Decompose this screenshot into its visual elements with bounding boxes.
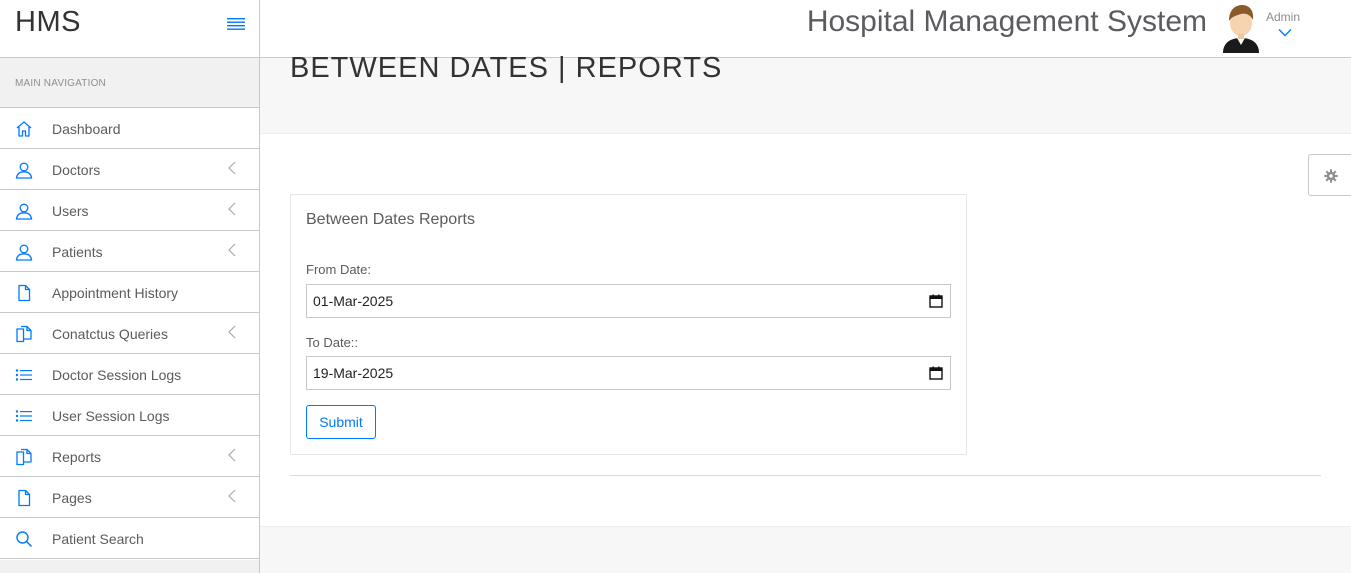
to-date-label: To Date::: [306, 335, 359, 350]
user-icon: [15, 244, 33, 261]
files-icon: [16, 448, 32, 466]
calendar-icon[interactable]: [929, 294, 943, 308]
sidebar-item-dashboard[interactable]: Dashboard: [0, 108, 259, 149]
chevron-left-icon: [228, 448, 236, 462]
chevron-left-icon: [228, 202, 236, 216]
sidebar-item-reports[interactable]: Reports: [0, 436, 259, 477]
sidebar-item-label: Conatctus Queries: [52, 326, 168, 342]
sidebar-item-label: Users: [52, 203, 89, 219]
sidebar-item-pages[interactable]: Pages: [0, 477, 259, 518]
user-icon: [15, 203, 33, 220]
file-icon: [18, 284, 31, 302]
submit-button[interactable]: Submit: [306, 405, 376, 439]
sidebar-item-user-session-logs[interactable]: User Session Logs: [0, 395, 259, 436]
sidebar-item-label: Doctor Session Logs: [52, 367, 182, 383]
search-icon: [16, 531, 33, 548]
list-icon: [15, 410, 32, 422]
gear-icon: [1324, 169, 1338, 183]
sidebar-item-label: Reports: [52, 449, 102, 465]
sidebar-item-doctors[interactable]: Doctors: [0, 149, 259, 190]
calendar-icon[interactable]: [929, 366, 943, 380]
user-icon: [15, 162, 33, 179]
settings-button[interactable]: [1308, 154, 1351, 196]
report-form-panel: Between Dates Reports From Date: 01-Mar-…: [290, 194, 967, 455]
content-divider: [290, 475, 1321, 476]
main-content: Between Dates Reports From Date: 01-Mar-…: [260, 134, 1351, 527]
app-title: Hospital Management System: [806, 5, 1207, 38]
sidebar: HMS MAIN NAVIGATION Dashboard Doctors Us…: [0, 0, 260, 573]
user-name[interactable]: Admin: [1266, 10, 1300, 24]
sidebar-footer: [0, 560, 259, 573]
sidebar-item-label: Doctors: [52, 162, 101, 178]
home-icon: [16, 121, 32, 137]
sidebar-item-label: Patient Search: [52, 531, 144, 547]
sidebar-item-contactus-queries[interactable]: Conatctus Queries: [0, 313, 259, 354]
chevron-left-icon: [228, 325, 236, 339]
page-title: BETWEEN DATES | REPORTS: [290, 52, 723, 84]
page-header: BETWEEN DATES | REPORTS: [260, 52, 1351, 134]
files-icon: [16, 325, 32, 343]
sidebar-item-patient-search[interactable]: Patient Search: [0, 518, 259, 559]
from-date-value: 01-Mar-2025: [313, 293, 394, 309]
from-date-label: From Date:: [306, 262, 372, 277]
nav-header: MAIN NAVIGATION: [0, 58, 259, 108]
sidebar-item-doctor-session-logs[interactable]: Doctor Session Logs: [0, 354, 259, 395]
from-date-input[interactable]: 01-Mar-2025: [306, 284, 951, 318]
to-date-input[interactable]: 19-Mar-2025: [306, 356, 951, 390]
file-icon: [18, 489, 31, 507]
brand-logo-text[interactable]: HMS: [15, 6, 81, 39]
chevron-left-icon: [228, 243, 236, 257]
sidebar-item-label: Dashboard: [52, 121, 121, 137]
topbar: Hospital Management System Admin: [260, 0, 1351, 58]
list-icon: [15, 369, 32, 381]
chevron-down-icon[interactable]: [1278, 28, 1292, 37]
sidebar-item-users[interactable]: Users: [0, 190, 259, 231]
brand-bar: HMS: [0, 0, 259, 58]
to-date-value: 19-Mar-2025: [313, 365, 394, 381]
panel-title: Between Dates Reports: [306, 211, 475, 228]
sidebar-item-label: Pages: [52, 490, 92, 506]
sidebar-item-patients[interactable]: Patients: [0, 231, 259, 272]
sidebar-item-label: User Session Logs: [52, 408, 170, 424]
sidebar-item-label: Patients: [52, 244, 103, 260]
menu-toggle-icon[interactable]: [227, 17, 245, 31]
sidebar-item-appointment-history[interactable]: Appointment History: [0, 272, 259, 313]
chevron-left-icon: [228, 489, 236, 503]
user-avatar-icon[interactable]: [1220, 3, 1262, 53]
sidebar-item-label: Appointment History: [52, 285, 179, 301]
chevron-left-icon: [228, 161, 236, 175]
